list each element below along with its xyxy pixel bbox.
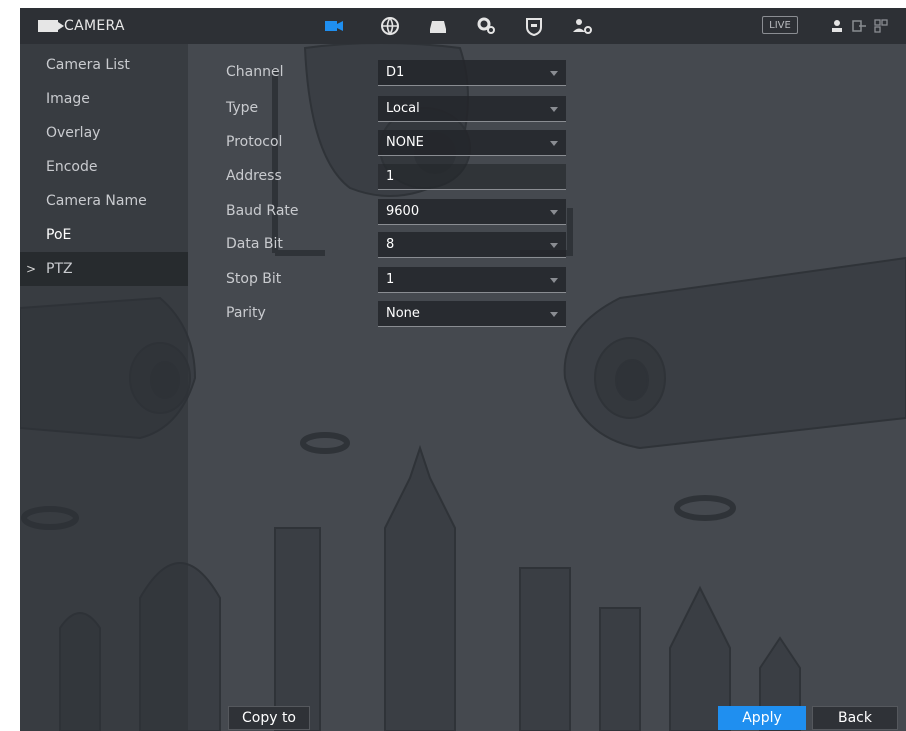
protocol-dropdown[interactable]: NONE [378, 130, 566, 156]
app-window: CAMERA LIVE Camera List Image Overlay En… [20, 8, 906, 731]
sidebar-item-encode[interactable]: Encode [20, 150, 188, 184]
parity-label: Parity [226, 305, 266, 321]
chevron-down-icon [550, 141, 558, 146]
chevron-down-icon [550, 71, 558, 76]
sidebar-item-label: Camera Name [46, 193, 147, 209]
nav-storage-icon[interactable] [424, 14, 452, 38]
stop-bit-value: 1 [386, 272, 395, 287]
sidebar-item-label: Overlay [46, 125, 101, 141]
sidebar-item-camera-list[interactable]: Camera List [20, 48, 188, 82]
sidebar-item-label: Image [46, 91, 90, 107]
type-label: Type [226, 100, 259, 116]
parity-dropdown[interactable]: None [378, 301, 566, 327]
sidebar-item-label: PoE [46, 227, 72, 243]
stop-bit-label: Stop Bit [226, 271, 282, 287]
data-bit-label: Data Bit [226, 236, 283, 252]
address-input[interactable]: 1 [378, 164, 566, 190]
stop-bit-dropdown[interactable]: 1 [378, 267, 566, 293]
nav-network-icon[interactable] [376, 14, 404, 38]
sidebar-item-label: Encode [46, 159, 98, 175]
baud-rate-dropdown[interactable]: 9600 [378, 199, 566, 225]
baud-rate-label: Baud Rate [226, 203, 299, 219]
address-label: Address [226, 168, 282, 184]
type-value: Local [386, 101, 420, 116]
address-value: 1 [386, 169, 395, 184]
data-bit-dropdown[interactable]: 8 [378, 232, 566, 258]
channel-label: Channel [226, 64, 284, 80]
apply-button[interactable]: Apply [718, 706, 806, 730]
sidebar-item-label: PTZ [46, 261, 73, 277]
top-bar: CAMERA LIVE [20, 8, 906, 44]
sidebar: Camera List Image Overlay Encode Camera … [20, 44, 188, 731]
nav-camera-icon[interactable] [320, 14, 348, 38]
sidebar-item-overlay[interactable]: Overlay [20, 116, 188, 150]
data-bit-value: 8 [386, 237, 395, 252]
baud-rate-value: 9600 [386, 204, 420, 219]
app-title-label: CAMERA [64, 18, 125, 34]
nav-security-shield-icon[interactable] [520, 14, 548, 38]
sidebar-item-poe[interactable]: PoE [20, 218, 188, 252]
protocol-label: Protocol [226, 134, 283, 150]
chevron-down-icon [550, 312, 558, 317]
camera-icon [38, 20, 64, 32]
copy-to-button[interactable]: Copy to [228, 706, 310, 730]
qr-code-icon[interactable] [872, 17, 890, 35]
user-icon[interactable] [828, 17, 846, 35]
logout-icon[interactable] [850, 17, 868, 35]
live-button[interactable]: LIVE [762, 16, 798, 34]
channel-dropdown[interactable]: D1 [378, 60, 566, 86]
sidebar-item-camera-name[interactable]: Camera Name [20, 184, 188, 218]
chevron-down-icon [550, 107, 558, 112]
sidebar-item-ptz[interactable]: > PTZ [20, 252, 188, 286]
sidebar-item-image[interactable]: Image [20, 82, 188, 116]
app-title: CAMERA [38, 14, 125, 38]
sidebar-item-label: Camera List [46, 57, 130, 73]
type-dropdown[interactable]: Local [378, 96, 566, 122]
chevron-down-icon [550, 243, 558, 248]
chevron-right-icon: > [26, 262, 37, 276]
nav-system-settings-icon[interactable] [472, 14, 500, 38]
channel-value: D1 [386, 65, 405, 80]
protocol-value: NONE [386, 135, 424, 150]
chevron-down-icon [550, 210, 558, 215]
chevron-down-icon [550, 278, 558, 283]
nav-account-icon[interactable] [568, 14, 596, 38]
parity-value: None [386, 306, 420, 321]
back-button[interactable]: Back [812, 706, 898, 730]
